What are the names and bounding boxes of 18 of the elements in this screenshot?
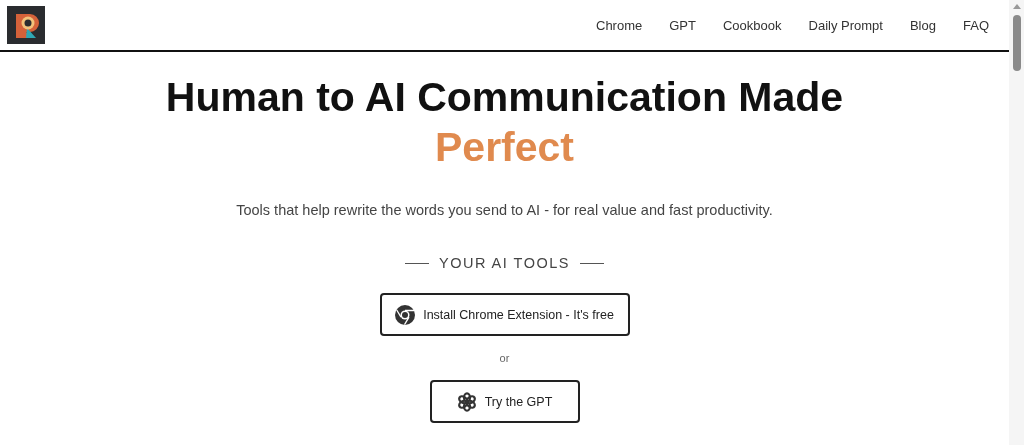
nav-link[interactable]: Chrome <box>596 17 643 33</box>
install-extension-button[interactable]: Install Chrome Extension - It's free <box>379 293 630 336</box>
nav-link[interactable]: GPT <box>669 17 696 33</box>
nav-link[interactable]: Blog <box>909 17 936 33</box>
nav-link[interactable]: FAQ <box>963 17 989 33</box>
or-separator: or <box>499 352 510 364</box>
nav-link[interactable]: Cookbook <box>723 17 782 33</box>
logo-icon <box>7 6 45 44</box>
section-heading: YOUR AI TOOLS <box>439 255 570 271</box>
hero-highlight: Perfect <box>435 123 574 172</box>
openai-icon <box>456 391 477 412</box>
scrollbar-thumb[interactable] <box>1012 15 1021 71</box>
nav-link[interactable]: Daily Prompt <box>808 17 883 33</box>
chrome-icon <box>395 304 416 325</box>
try-gpt-button[interactable]: Try the GPT <box>429 380 580 423</box>
scroll-up-icon[interactable] <box>1012 4 1021 9</box>
hero-subtitle: Tools that help rewrite the words you send to AI - for real value and fast productivity. <box>236 202 773 218</box>
hero-title: Human to AI Communication Made <box>165 73 844 122</box>
